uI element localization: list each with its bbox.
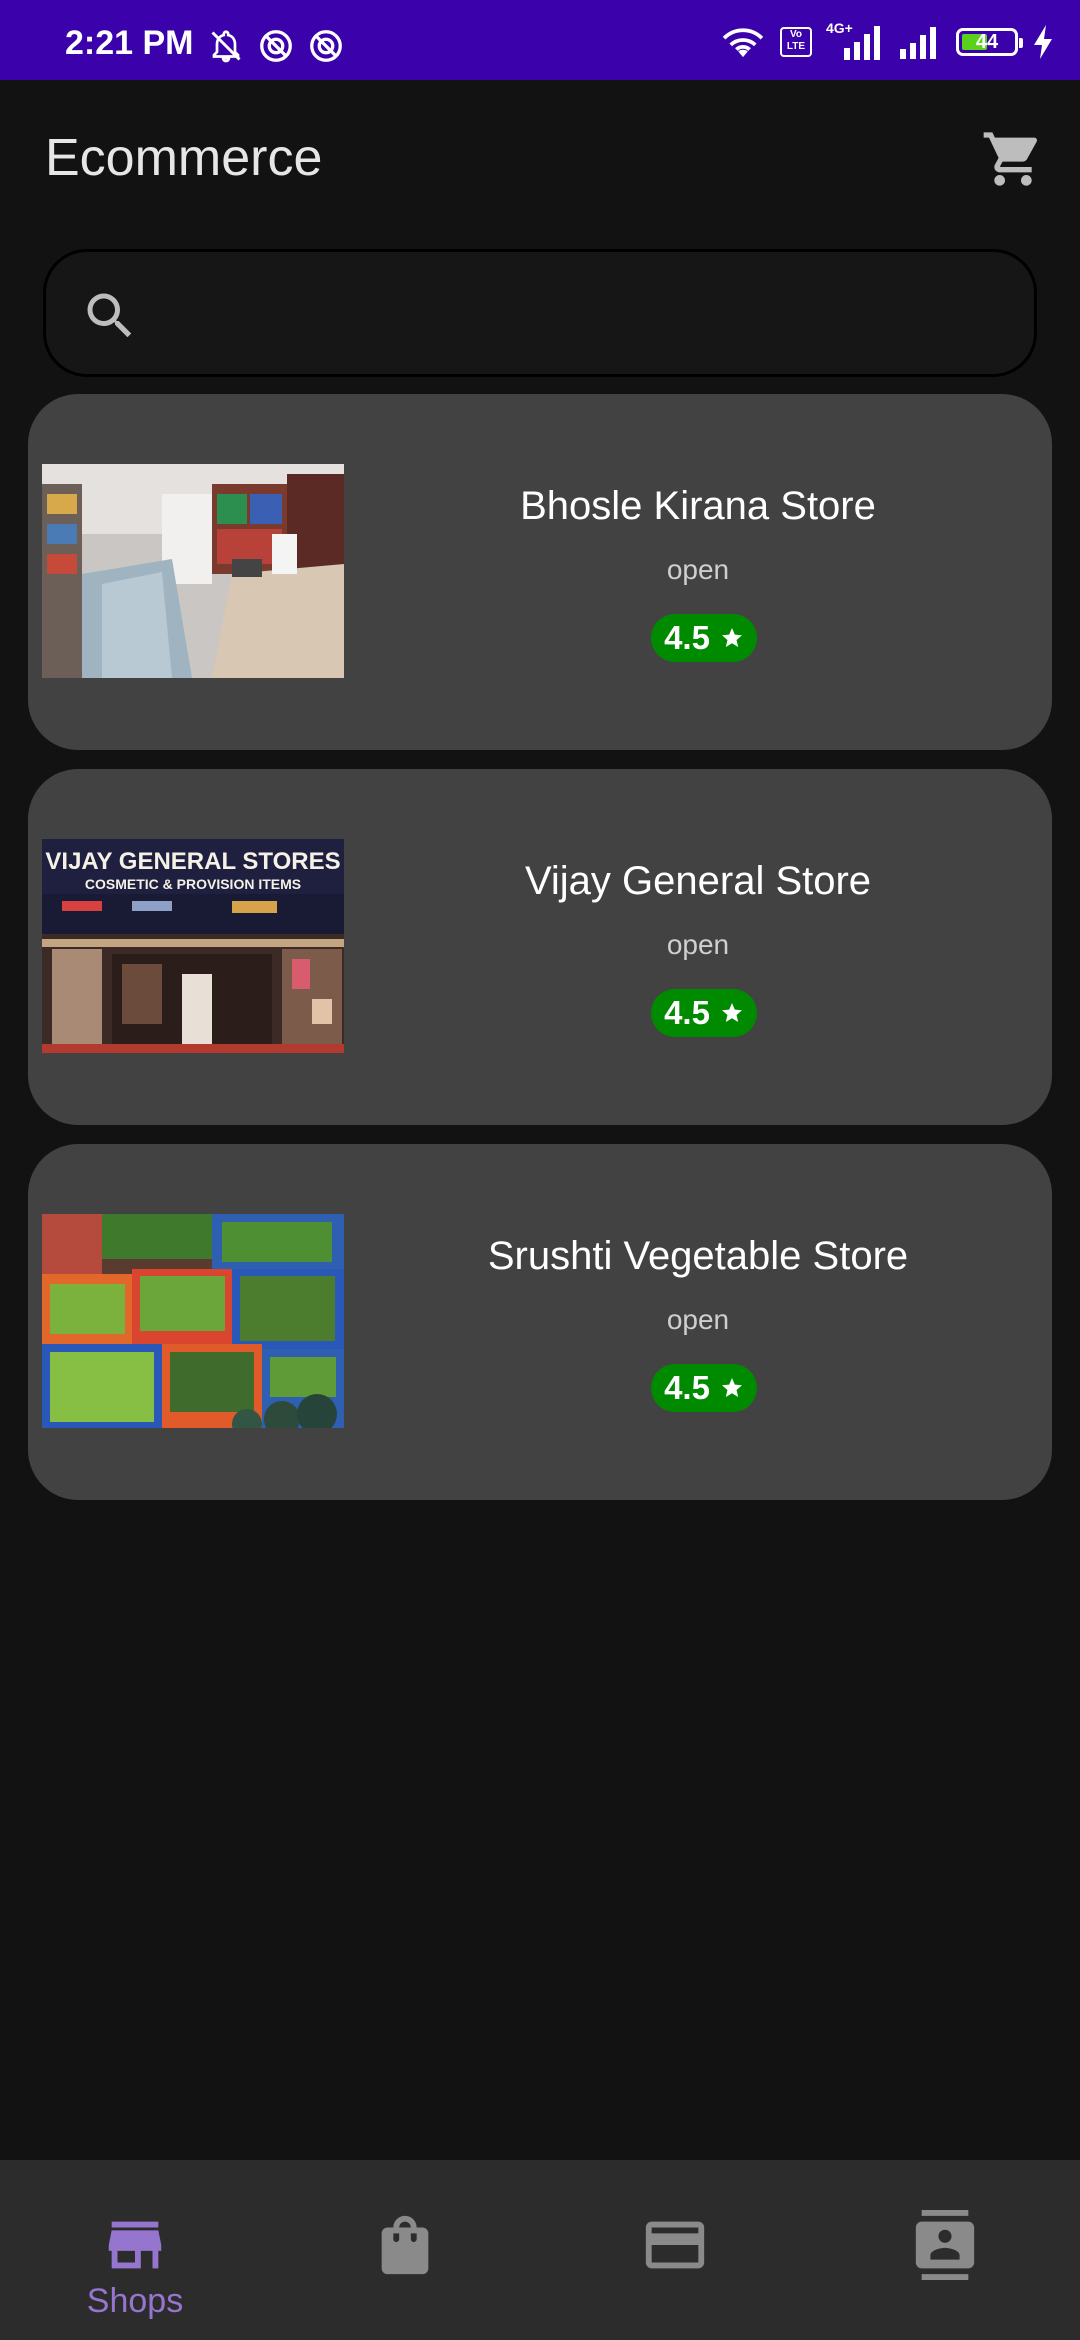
status-time: 2:21 PM <box>65 24 194 62</box>
cart-icon <box>983 132 1038 186</box>
store-status: open <box>666 554 730 585</box>
volte-icon: Vo LTE <box>780 27 812 57</box>
store-card-bhosle-kirana[interactable]: Bhosle Kirana Store open 4.5 <box>28 394 1052 750</box>
shopping-bag-icon <box>381 2215 429 2275</box>
nav-label-shops: Shops <box>86 2282 184 2320</box>
store-info: Srushti Vegetable Store open 4.5 <box>358 1144 1038 1500</box>
status-right-icons: Vo LTE 4G+ 44 <box>720 20 1054 60</box>
store-status: open <box>666 929 730 960</box>
store-icon <box>108 2221 162 2269</box>
search-icon <box>87 293 132 338</box>
charging-icon <box>1034 25 1052 59</box>
battery-icon: 44 <box>956 28 1023 56</box>
nav-item-shops[interactable]: Shops <box>0 2160 270 2340</box>
rating-value: 4.5 <box>664 619 710 656</box>
rating-value: 4.5 <box>664 994 710 1031</box>
store-status: open <box>666 1304 730 1335</box>
store-card-srushti-vegetable[interactable]: Srushti Vegetable Store open 4.5 <box>28 1144 1052 1500</box>
mobile-signal-group: 4G+ <box>826 20 884 60</box>
store-image-grocery-interior <box>42 464 344 678</box>
nav-item-orders[interactable] <box>270 2160 540 2340</box>
store-name: Bhosle Kirana Store <box>520 484 876 528</box>
mute-icon <box>211 30 241 63</box>
wifi-icon <box>722 28 764 58</box>
rating-value: 4.5 <box>664 1369 710 1406</box>
app-title: Ecommerce <box>45 129 323 187</box>
store-card-vijay-general[interactable]: VIJAY GENERAL STORES COSMETIC & PROVISIO… <box>28 769 1052 1125</box>
cart-button[interactable] <box>978 124 1048 194</box>
credit-card-icon <box>645 2221 705 2269</box>
do-not-disturb-icon <box>310 30 342 62</box>
rating-badge: 4.5 <box>651 614 757 662</box>
store-sign-line2: COSMETIC & PROVISION ITEMS <box>85 876 301 892</box>
signal-icon <box>900 27 936 59</box>
store-image-vegetable-crates <box>42 1214 344 1428</box>
search-input[interactable] <box>166 282 1010 348</box>
signal-icon <box>844 26 880 60</box>
store-name: Srushti Vegetable Store <box>487 1234 909 1278</box>
store-name: Vijay General Store <box>524 859 872 903</box>
store-info: Bhosle Kirana Store open 4.5 <box>358 394 1038 750</box>
rating-badge: 4.5 <box>651 1364 757 1412</box>
status-left-icons <box>208 28 344 64</box>
battery-level: 44 <box>975 30 999 53</box>
nav-item-profile[interactable] <box>810 2160 1080 2340</box>
rating-badge: 4.5 <box>651 989 757 1037</box>
battery-tip <box>1019 38 1023 48</box>
star-icon <box>721 628 742 647</box>
contact-icon <box>915 2210 975 2280</box>
app-screen: 2:21 PM Vo LTE 4G+ 44 Ecommerce Bhosle K… <box>0 0 1080 2340</box>
do-not-disturb-icon <box>260 30 292 62</box>
store-sign-line1: VIJAY GENERAL STORES <box>45 848 340 875</box>
status-bar: 2:21 PM Vo LTE 4G+ 44 <box>0 0 1080 80</box>
bottom-navigation: Shops <box>0 2160 1080 2340</box>
search-bar[interactable] <box>43 249 1037 377</box>
star-icon <box>721 1003 742 1022</box>
star-icon <box>721 1378 742 1397</box>
nav-item-payments[interactable] <box>540 2160 810 2340</box>
store-image-general-store-front: VIJAY GENERAL STORES COSMETIC & PROVISIO… <box>42 839 344 1053</box>
store-info: Vijay General Store open 4.5 <box>358 769 1038 1125</box>
